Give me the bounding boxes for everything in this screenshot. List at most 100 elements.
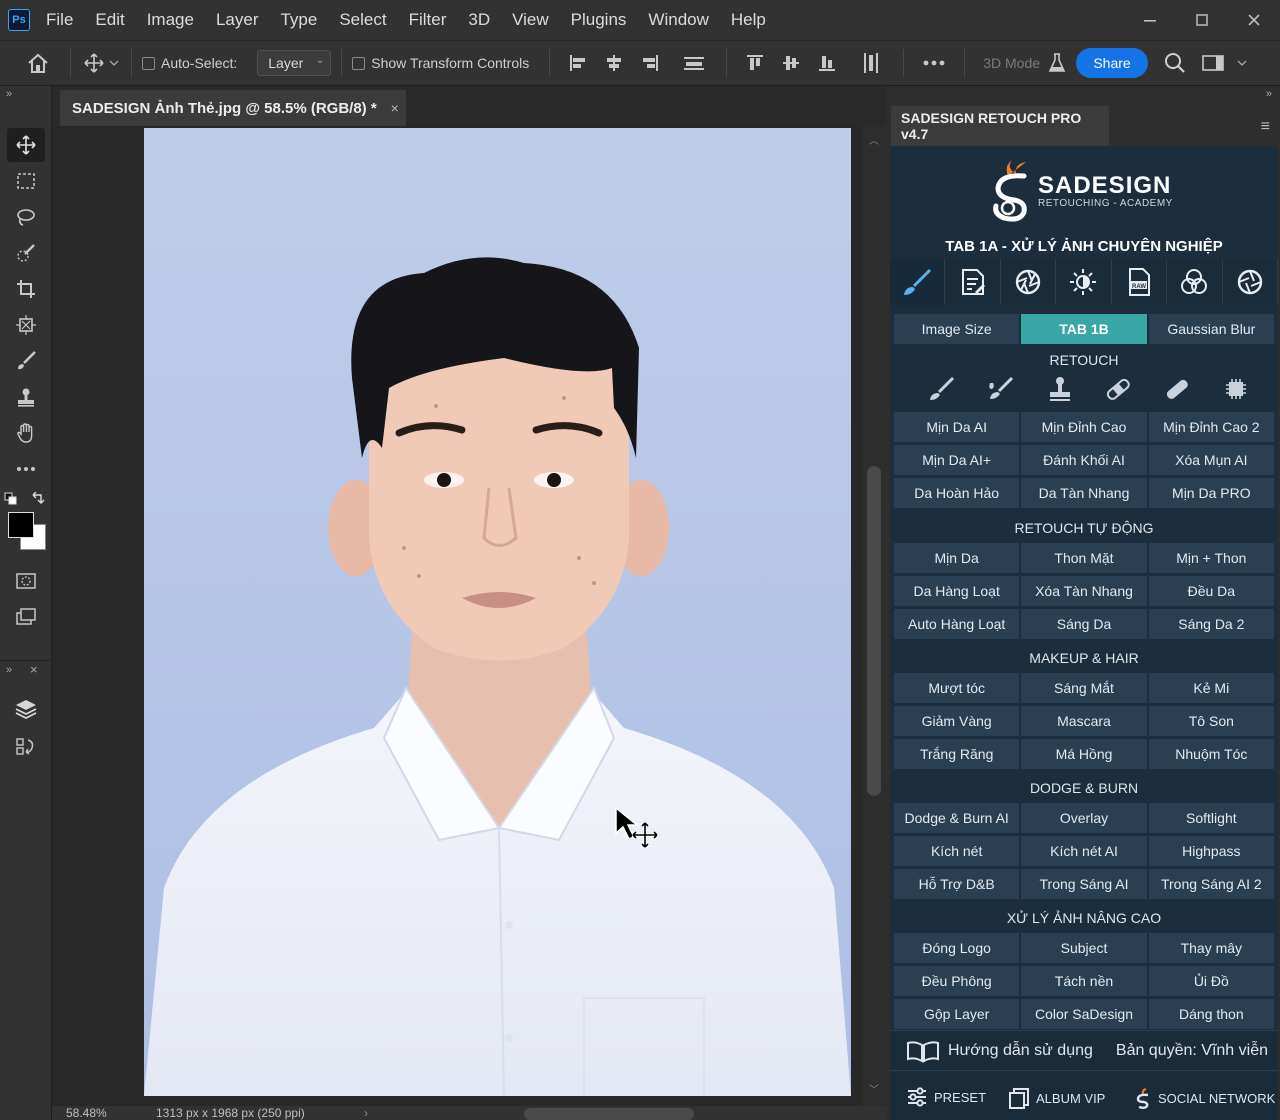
- clone-stamp-tool[interactable]: [7, 380, 45, 414]
- collapse-dock-icon[interactable]: »: [6, 664, 12, 676]
- panel-menu-icon[interactable]: ≡: [1261, 118, 1270, 136]
- quick-mask-button[interactable]: [7, 564, 45, 598]
- close-dock-icon[interactable]: ×: [30, 662, 38, 677]
- retouch-button[interactable]: Mịn Da PRO: [1148, 478, 1274, 508]
- advanced-button[interactable]: Đều Phông: [894, 966, 1020, 996]
- album-vip-button[interactable]: ALBUM VIP: [1008, 1087, 1105, 1109]
- dodge-burn-button[interactable]: Trong Sáng AI: [1021, 869, 1147, 899]
- distribute-vertical-button[interactable]: [853, 51, 889, 75]
- healing-brush-tool[interactable]: [7, 344, 45, 378]
- menu-3d[interactable]: 3D: [468, 10, 490, 30]
- tab-1b-button[interactable]: TAB 1B: [1021, 314, 1147, 344]
- canvas-area[interactable]: [52, 126, 862, 1106]
- marquee-tool[interactable]: [7, 164, 45, 198]
- retouch-button[interactable]: Mịn Đỉnh Cao: [1021, 412, 1147, 442]
- makeup-button[interactable]: Mascara: [1021, 706, 1147, 736]
- horizontal-scrollbar-thumb[interactable]: [524, 1108, 694, 1120]
- align-middle-button[interactable]: [773, 53, 809, 73]
- labs-button[interactable]: [1044, 48, 1070, 78]
- align-center-h-button[interactable]: [596, 53, 632, 73]
- dodge-burn-button[interactable]: Dodge & Burn AI: [894, 803, 1020, 833]
- auto-retouch-button[interactable]: Đều Da: [1148, 576, 1274, 606]
- advanced-button[interactable]: Color SaDesign: [1021, 999, 1147, 1029]
- menu-view[interactable]: View: [512, 10, 549, 30]
- dodge-burn-button[interactable]: Softlight: [1148, 803, 1274, 833]
- tab-raw[interactable]: RAW: [1111, 259, 1168, 305]
- retouch-button[interactable]: Đánh Khối AI: [1021, 445, 1147, 475]
- collapse-toolbar-icon[interactable]: »: [6, 88, 12, 100]
- retouch-button[interactable]: Mịn Da AI: [894, 412, 1020, 442]
- makeup-button[interactable]: Nhuộm Tóc: [1148, 739, 1274, 769]
- collapse-panel-icon[interactable]: »: [1266, 88, 1272, 100]
- auto-retouch-button[interactable]: Da Hàng Loạt: [894, 576, 1020, 606]
- show-transform-checkbox[interactable]: [352, 56, 366, 70]
- home-button[interactable]: [16, 48, 60, 78]
- dodge-burn-button[interactable]: Highpass: [1148, 836, 1274, 866]
- menu-help[interactable]: Help: [731, 10, 766, 30]
- book-icon[interactable]: [906, 1039, 940, 1063]
- brush-tool-button[interactable]: [924, 372, 960, 406]
- dodge-burn-button[interactable]: Trong Sáng AI 2: [1148, 869, 1274, 899]
- auto-retouch-button[interactable]: Mịn Da: [894, 543, 1020, 573]
- menu-type[interactable]: Type: [280, 10, 317, 30]
- auto-retouch-button[interactable]: Auto Hàng Loạt: [894, 609, 1020, 639]
- default-colors-icon[interactable]: [4, 492, 18, 506]
- healing-tool-button[interactable]: [1100, 372, 1136, 406]
- more-options-button[interactable]: [914, 59, 954, 67]
- patch-tool-button[interactable]: [1218, 372, 1254, 406]
- gaussian-blur-button[interactable]: Gaussian Blur: [1148, 314, 1274, 344]
- user-guide-link[interactable]: Hướng dẫn sử dụng: [948, 1042, 1093, 1060]
- align-right-button[interactable]: [632, 53, 668, 73]
- auto-retouch-button[interactable]: Xóa Tàn Nhang: [1021, 576, 1147, 606]
- makeup-button[interactable]: Sáng Mắt: [1021, 673, 1147, 703]
- image-size-button[interactable]: Image Size: [894, 314, 1020, 344]
- makeup-button[interactable]: Tô Son: [1148, 706, 1274, 736]
- dodge-burn-button[interactable]: Overlay: [1021, 803, 1147, 833]
- stamp-tool-button[interactable]: [1042, 372, 1078, 406]
- portrait-photo[interactable]: [144, 128, 851, 1096]
- menu-select[interactable]: Select: [339, 10, 386, 30]
- minimize-button[interactable]: [1124, 0, 1176, 40]
- auto-select-target-dropdown[interactable]: Layer ⌄: [257, 50, 332, 76]
- align-top-button[interactable]: [737, 53, 773, 73]
- spot-healing-button[interactable]: [1159, 372, 1195, 406]
- close-window-button[interactable]: [1228, 0, 1280, 40]
- menu-layer[interactable]: Layer: [216, 10, 259, 30]
- mixer-brush-button[interactable]: [983, 372, 1019, 406]
- history-panel-button[interactable]: [7, 730, 45, 764]
- tab-aperture[interactable]: [1000, 259, 1057, 305]
- menu-window[interactable]: Window: [648, 10, 708, 30]
- screen-mode-button[interactable]: [7, 600, 45, 634]
- swap-colors-icon[interactable]: [30, 492, 46, 506]
- makeup-button[interactable]: Kẻ Mi: [1148, 673, 1274, 703]
- auto-retouch-button[interactable]: Mịn + Thon: [1148, 543, 1274, 573]
- preset-button[interactable]: PRESET: [906, 1087, 986, 1107]
- auto-retouch-button[interactable]: Sáng Da 2: [1148, 609, 1274, 639]
- maximize-button[interactable]: [1176, 0, 1228, 40]
- tab-color[interactable]: [1167, 259, 1223, 305]
- workspace-button[interactable]: [1194, 48, 1232, 78]
- lasso-tool[interactable]: [7, 200, 45, 234]
- advanced-button[interactable]: Dáng thon: [1148, 999, 1274, 1029]
- quick-selection-tool[interactable]: [7, 236, 45, 270]
- auto-retouch-button[interactable]: Thon Mặt: [1021, 543, 1147, 573]
- dodge-burn-button[interactable]: Kích nét: [894, 836, 1020, 866]
- advanced-button[interactable]: Thay mây: [1148, 933, 1274, 963]
- foreground-color-swatch[interactable]: [8, 512, 34, 538]
- retouch-button[interactable]: Mịn Đỉnh Cao 2: [1148, 412, 1274, 442]
- retouch-button[interactable]: Da Hoàn Hảo: [894, 478, 1020, 508]
- scrollbar-thumb[interactable]: [867, 466, 881, 796]
- makeup-button[interactable]: Mượt tóc: [894, 673, 1020, 703]
- menu-plugins[interactable]: Plugins: [571, 10, 627, 30]
- close-document-icon[interactable]: ×: [391, 100, 399, 116]
- advanced-button[interactable]: Gộp Layer: [894, 999, 1020, 1029]
- advanced-button[interactable]: Tách nền: [1021, 966, 1147, 996]
- menu-edit[interactable]: Edit: [95, 10, 124, 30]
- edit-toolbar-button[interactable]: [7, 452, 45, 486]
- tab-light[interactable]: [1056, 259, 1112, 305]
- status-menu-arrow-icon[interactable]: ›: [364, 1106, 368, 1120]
- vertical-scrollbar[interactable]: ︿ ﹀: [862, 126, 887, 1106]
- share-button[interactable]: Share: [1076, 48, 1149, 78]
- auto-retouch-button[interactable]: Sáng Da: [1021, 609, 1147, 639]
- auto-select-checkbox[interactable]: [142, 56, 155, 70]
